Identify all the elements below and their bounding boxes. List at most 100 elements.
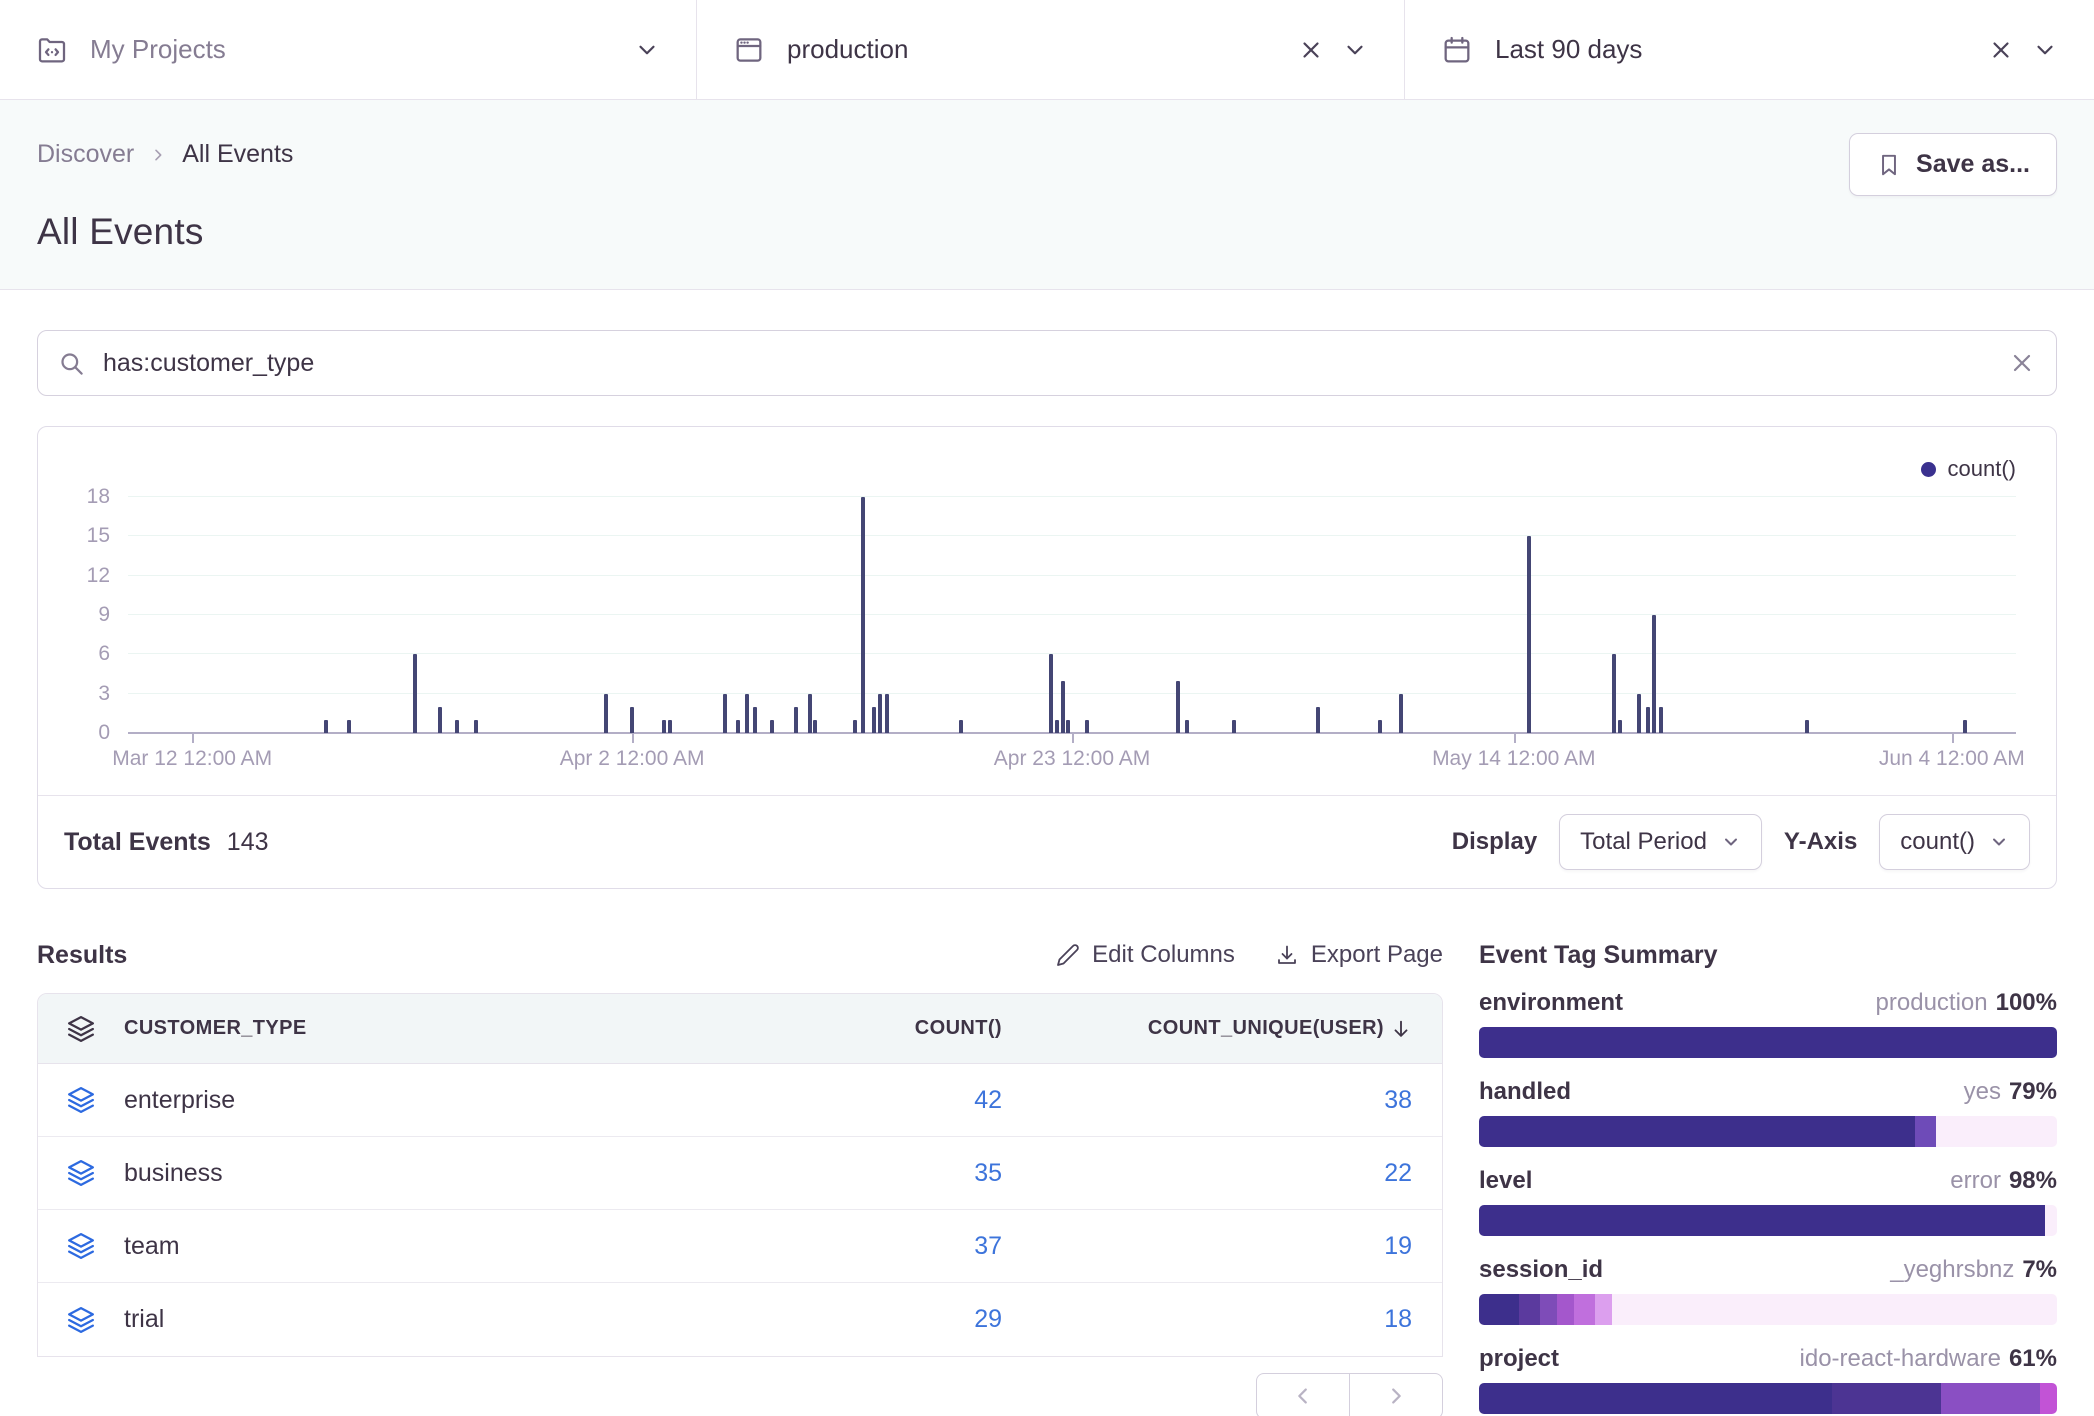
layers-icon [38,1158,124,1188]
tag-name: project [1479,1345,1559,1373]
clear-environment-icon[interactable] [1298,37,1324,63]
table-row: team3719 [38,1210,1442,1283]
chart-spike [1232,720,1236,733]
tag-bar-segment [1519,1294,1539,1325]
environment-selector[interactable]: production [696,0,1404,99]
chart-spike [878,694,882,733]
y-axis-tick-label: 9 [98,603,110,627]
tag-bar-segment [1479,1027,2057,1058]
chart-spike [813,720,817,733]
count-cell-link[interactable]: 35 [772,1159,1002,1188]
y-axis-tick-label: 12 [87,564,110,588]
count-cell-link[interactable]: 37 [772,1232,1002,1261]
y-axis-tick-label: 3 [98,682,110,706]
environment-selector-label: production [787,34,1298,65]
column-header-count-unique[interactable]: COUNT_UNIQUE(USER) [1002,1017,1442,1040]
tag-bar-segment [1540,1294,1557,1325]
tag-bar-segment [2040,1383,2057,1414]
chart-spike [872,707,876,733]
count-cell-link[interactable]: 29 [772,1305,1002,1334]
tag-bar-segment [1479,1383,1832,1414]
tags-list: environmentproduction100%handledyes79%le… [1479,989,2057,1414]
search-input[interactable] [103,349,2010,378]
chevron-right-icon [150,147,166,163]
project-selector-label: My Projects [90,34,634,65]
column-header-customer-type[interactable]: CUSTOMER_TYPE [124,1017,772,1040]
customer-type-cell: trial [124,1305,772,1334]
content: count() 0369121518Mar 12 12:00 AMApr 2 1… [0,330,2094,1416]
previous-page-button[interactable] [1256,1373,1350,1416]
chart-spike [1378,720,1382,733]
legend-dot-icon [1921,462,1936,477]
tag-percent: 61% [2009,1345,2057,1372]
tag-distribution-bar[interactable] [1479,1205,2057,1236]
next-page-button[interactable] [1349,1373,1443,1416]
tag-percent: 79% [2009,1078,2057,1105]
chart-spike [1316,707,1320,733]
total-events: Total Events143 [64,828,269,857]
tag-bar-segment [1915,1116,1935,1147]
tag-meta: levelerror98% [1479,1167,2057,1195]
project-selector[interactable]: My Projects [0,0,696,99]
tag-bar-segment [2045,1205,2057,1236]
export-page-button[interactable]: Export Page [1275,941,1443,969]
chart-spike [324,720,328,733]
yaxis-dropdown[interactable]: count() [1879,814,2030,870]
customer-type-cell: team [124,1232,772,1261]
count-unique-cell-link[interactable]: 22 [1002,1159,1442,1188]
x-axis-tick-mark [1514,734,1516,743]
display-dropdown[interactable]: Total Period [1559,814,1762,870]
gridline [128,653,2016,654]
table-header-row: CUSTOMER_TYPE COUNT() COUNT_UNIQUE(USER) [38,994,1442,1064]
tag-row: handledyes79% [1479,1078,2057,1147]
tag-percent: 98% [2009,1167,2057,1194]
tag-percent: 100% [1996,989,2057,1016]
chevron-left-icon [1292,1385,1314,1407]
table-row: trial2918 [38,1283,1442,1356]
x-axis-tick-mark [1072,734,1074,743]
chart-spike [1637,694,1641,733]
sort-descending-icon [1390,1018,1412,1040]
tag-bar-segment [1612,1294,2057,1325]
count-unique-cell-link[interactable]: 18 [1002,1305,1442,1334]
chevron-right-icon [1385,1385,1407,1407]
tag-distribution-bar[interactable] [1479,1383,2057,1414]
count-unique-cell-link[interactable]: 19 [1002,1232,1442,1261]
edit-columns-button[interactable]: Edit Columns [1056,941,1235,969]
chart-spike [723,694,727,733]
clear-daterange-icon[interactable] [1988,37,2014,63]
results-header: Results Edit Columns Export Page [37,933,1443,977]
chart-legend: count() [64,447,2016,491]
chevron-down-icon [1989,832,2009,852]
tag-bar-segment [1479,1116,1915,1147]
export-page-label: Export Page [1311,941,1443,969]
tag-distribution-bar[interactable] [1479,1294,2057,1325]
tag-distribution-bar[interactable] [1479,1027,2057,1058]
event-tag-summary-title: Event Tag Summary [1479,933,2057,977]
results-table: CUSTOMER_TYPE COUNT() COUNT_UNIQUE(USER)… [37,993,1443,1357]
chart-inner: count() 0369121518Mar 12 12:00 AMApr 2 1… [38,427,2056,795]
yaxis-dropdown-value: count() [1900,828,1975,856]
customer-type-cell: business [124,1159,772,1188]
tag-bar-segment [1595,1294,1612,1325]
display-dropdown-value: Total Period [1580,828,1707,856]
x-axis-tick-label: Mar 12 12:00 AM [112,747,272,771]
total-events-value: 143 [227,828,269,856]
layers-icon [38,1231,124,1261]
tag-top-value: error98% [1950,1167,2057,1195]
tag-distribution-bar[interactable] [1479,1116,2057,1147]
breadcrumb-discover-link[interactable]: Discover [37,140,134,169]
column-header-count[interactable]: COUNT() [772,1017,1002,1040]
count-unique-cell-link[interactable]: 38 [1002,1086,1442,1115]
save-as-button[interactable]: Save as... [1849,133,2057,196]
chart-spike [347,720,351,733]
tag-bar-segment [1941,1383,2039,1414]
daterange-selector[interactable]: Last 90 days [1404,0,2094,99]
tag-name: environment [1479,989,1623,1017]
yaxis-label: Y-Axis [1784,828,1857,856]
x-axis-tick-label: Apr 2 12:00 AM [560,747,705,771]
clear-search-icon[interactable] [2010,351,2034,375]
events-chart-panel: count() 0369121518Mar 12 12:00 AMApr 2 1… [37,426,2057,889]
count-cell-link[interactable]: 42 [772,1086,1002,1115]
chart-spike [474,720,478,733]
